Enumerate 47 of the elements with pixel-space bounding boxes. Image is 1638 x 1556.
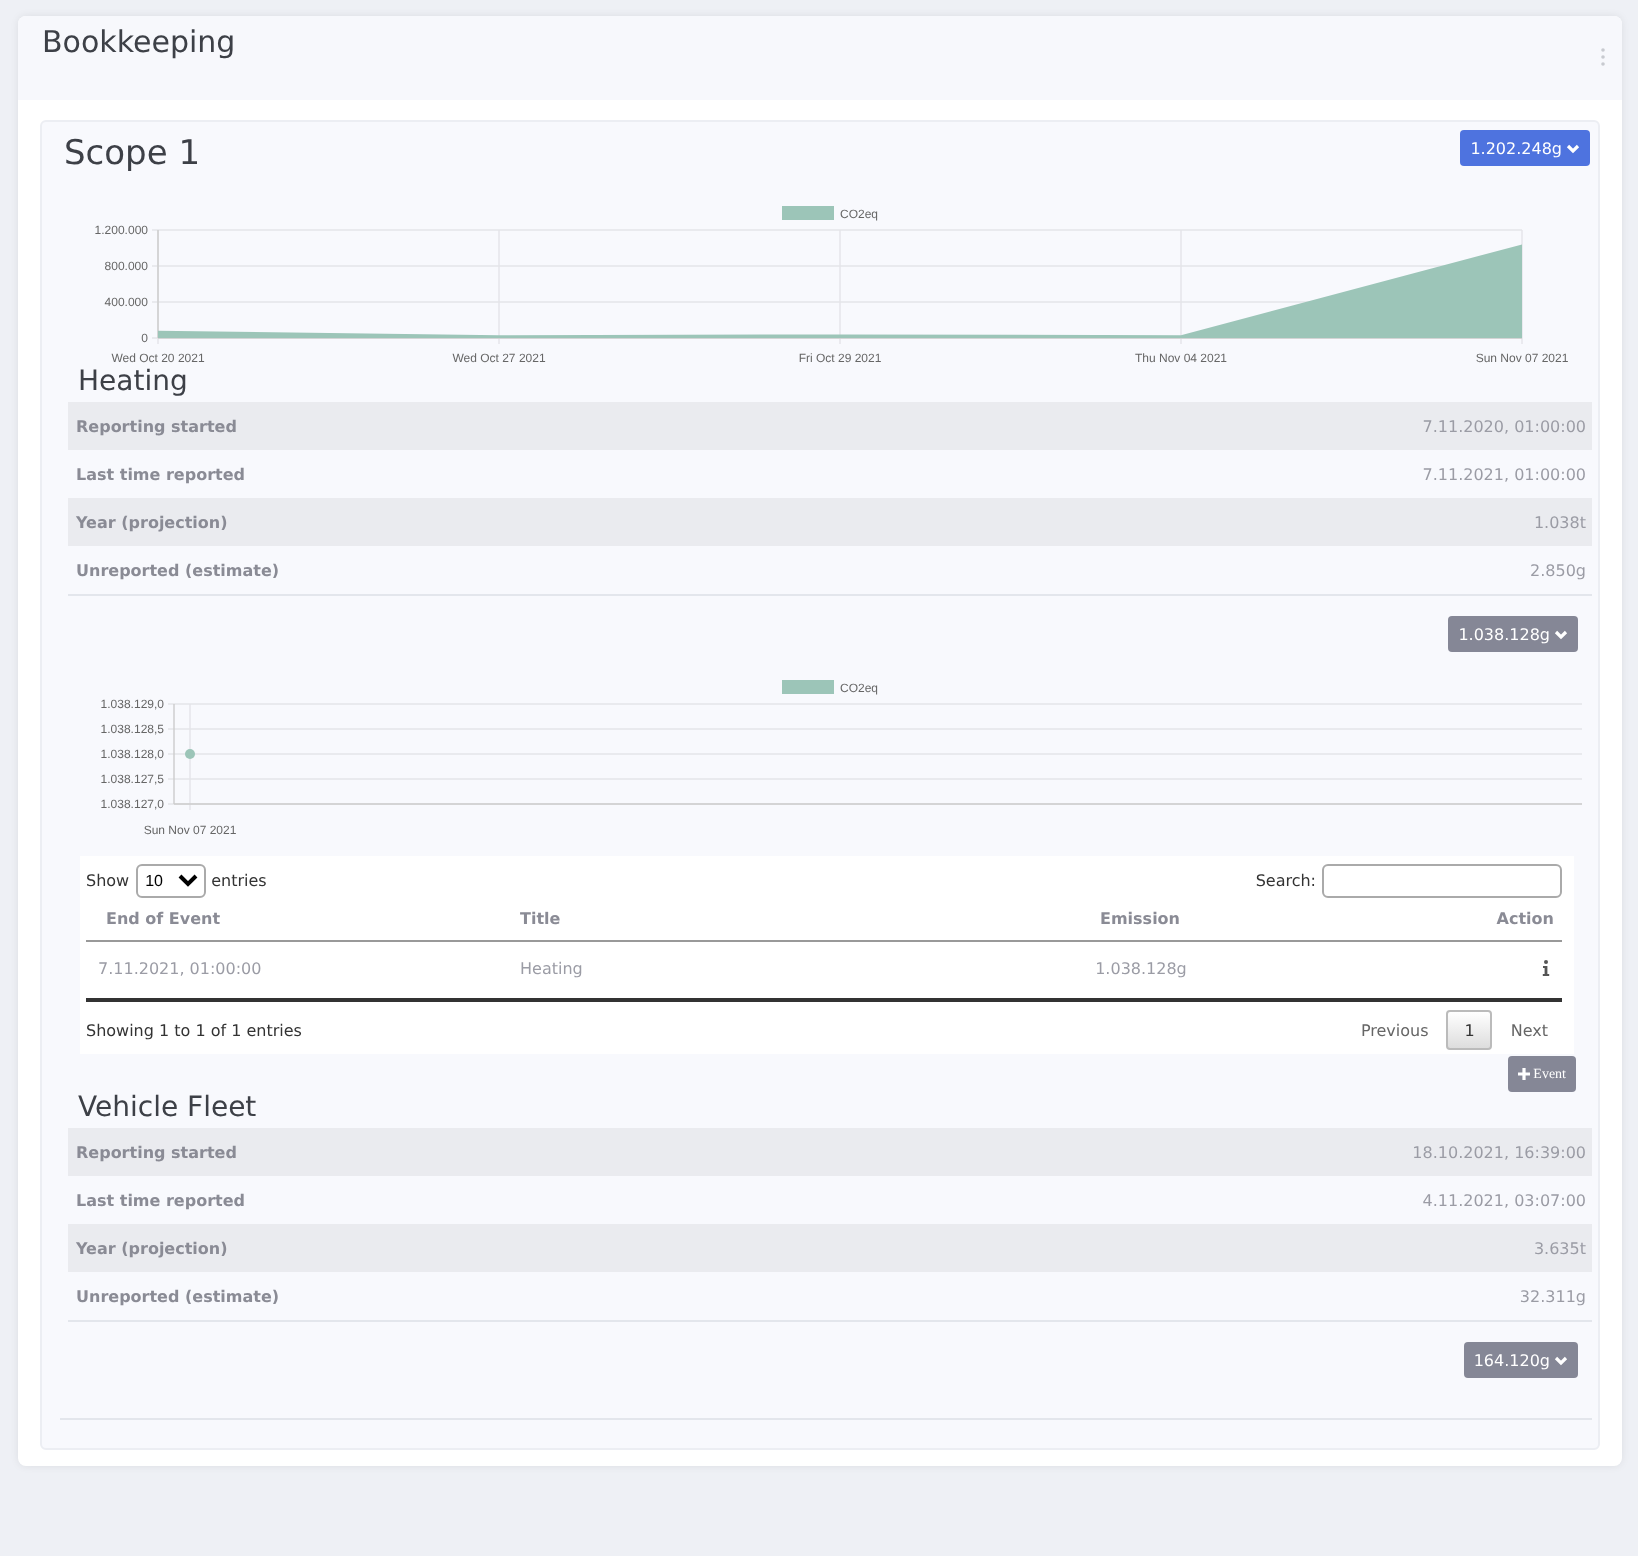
stat-label: Last time reported [76,1191,245,1209]
entries-label: entries [211,872,267,890]
search-field[interactable] [1322,864,1562,898]
column-header[interactable]: Action [1300,898,1562,942]
plus-icon [1517,1068,1530,1080]
table-cell: 1.038.128g [1095,960,1187,978]
legend-swatch [782,680,834,694]
stat-value: 3.635t [1533,1239,1586,1257]
stat-label: Last time reported [76,465,245,483]
total-dropdown-button[interactable]: 1.202.248g [1460,130,1590,166]
column-header[interactable]: End of Event [86,898,500,942]
section-title: Heating [78,366,190,398]
data-point [185,749,195,759]
stat-value: 4.11.2021, 03:07:00 [1422,1191,1586,1209]
table-info: Showing 1 to 1 of 1 entries [86,1021,302,1039]
stat-label: Reporting started [76,1143,237,1161]
show-label: Show [86,872,130,890]
stat-value: 18.10.2021, 16:39:00 [1412,1143,1586,1161]
next-button[interactable]: Next [1496,1010,1562,1050]
stat-value: 1.038t [1533,513,1586,531]
previous-button[interactable]: Previous [1346,1010,1443,1050]
stat-value: 32.311g [1519,1287,1586,1305]
entries-select[interactable]: 10 [135,864,206,898]
search-label: Search: [1255,872,1316,890]
stat-label: Year (projection) [76,1239,228,1257]
chevron-down-icon [1554,629,1568,639]
stat-label: Year (projection) [76,513,228,531]
column-header[interactable]: Title [500,898,980,942]
stat-label: Unreported (estimate) [76,561,280,579]
stat-value: 7.11.2020, 01:00:00 [1422,417,1586,435]
scope-title: Scope 1 [64,134,201,174]
stat-label: Reporting started [76,417,237,435]
page-title: Bookkeeping [42,24,236,60]
stat-value: 7.11.2021, 01:00:00 [1422,465,1586,483]
table-cell: 7.11.2021, 01:00:00 [98,960,262,978]
stat-label: Unreported (estimate) [76,1287,280,1305]
legend-swatch [782,206,834,220]
column-header[interactable]: Emission [980,898,1300,942]
info-icon[interactable] [1542,960,1550,976]
total-dropdown-button[interactable]: 164.120g [1463,1342,1578,1378]
page-button[interactable]: 1 [1446,1010,1493,1050]
section-title: Vehicle Fleet [78,1092,259,1124]
stat-value: 2.850g [1530,561,1586,579]
table-cell: Heating [520,960,583,978]
chevron-down-icon [1554,1355,1568,1365]
total-dropdown-button[interactable]: 1.038.128g [1448,616,1578,652]
chevron-down-icon [1566,143,1580,153]
